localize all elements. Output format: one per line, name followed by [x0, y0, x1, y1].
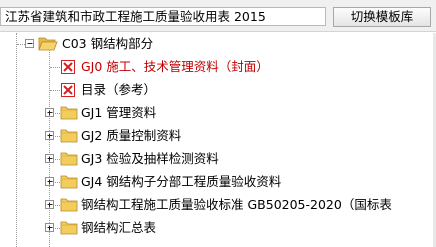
switch-template-library-button[interactable]: 切换模板库 [333, 7, 431, 27]
tree-node-label: C03 钢结构部分 [62, 36, 154, 51]
tree-guide-h [50, 90, 60, 91]
tree-node-label: GJ2 质量控制资料 [81, 128, 182, 143]
tree-node-label: GJ0 施工、技术管理资料（封面） [81, 59, 269, 74]
folder-icon [60, 174, 78, 192]
tree-node-label: GJ1 管理资料 [81, 105, 157, 120]
folder-icon [60, 151, 78, 169]
tree-node-label: 钢结构汇总表 [81, 220, 157, 235]
tree-node-gj0[interactable]: GJ0 施工、技术管理资料（封面） [0, 56, 436, 78]
collapse-toggle[interactable] [25, 39, 34, 48]
expand-toggle[interactable] [45, 131, 54, 140]
tree-node-gj1[interactable]: GJ1 管理资料 [0, 102, 436, 124]
expand-toggle[interactable] [45, 108, 54, 117]
folder-icon [60, 105, 78, 123]
error-doc-icon [61, 83, 75, 100]
tree-node-label: 钢结构工程施工质量验收标准 GB50205-2020（国标表 [81, 197, 392, 212]
tree-node-label: GJ4 钢结构子分部工程质量验收资料 [81, 174, 282, 189]
tree-guide-h [50, 67, 60, 68]
template-library-title-field[interactable]: 江苏省建筑和市政工程施工质量验收用表 2015 [0, 7, 326, 26]
expand-toggle[interactable] [45, 177, 54, 186]
toolbar: 江苏省建筑和市政工程施工质量验收用表 2015 切换模板库 [0, 0, 436, 32]
template-tree: C03 钢结构部分 GJ0 施工、技术管理资料（封面） 目录（参考） GJ1 管… [0, 33, 436, 247]
tree-node-gj2[interactable]: GJ2 质量控制资料 [0, 125, 436, 147]
tree-node-c03[interactable]: C03 钢结构部分 [0, 33, 436, 55]
tree-node-label: 目录（参考） [81, 82, 157, 97]
error-doc-icon [61, 60, 75, 77]
expand-toggle[interactable] [45, 154, 54, 163]
tree-node-catalog[interactable]: 目录（参考） [0, 79, 436, 101]
tree-node-gb50205[interactable]: 钢结构工程施工质量验收标准 GB50205-2020（国标表 [0, 194, 436, 216]
expand-toggle[interactable] [45, 223, 54, 232]
folder-icon [60, 197, 78, 215]
folder-open-icon [38, 36, 58, 55]
tree-guide-h [17, 44, 25, 45]
expand-toggle[interactable] [45, 200, 54, 209]
tree-node-label: GJ3 检验及抽样检测资料 [81, 151, 219, 166]
folder-icon [60, 128, 78, 146]
tree-node-gj4[interactable]: GJ4 钢结构子分部工程质量验收资料 [0, 171, 436, 193]
tree-node-summary[interactable]: 钢结构汇总表 [0, 217, 436, 239]
folder-icon [60, 220, 78, 238]
tree-node-gj3[interactable]: GJ3 检验及抽样检测资料 [0, 148, 436, 170]
